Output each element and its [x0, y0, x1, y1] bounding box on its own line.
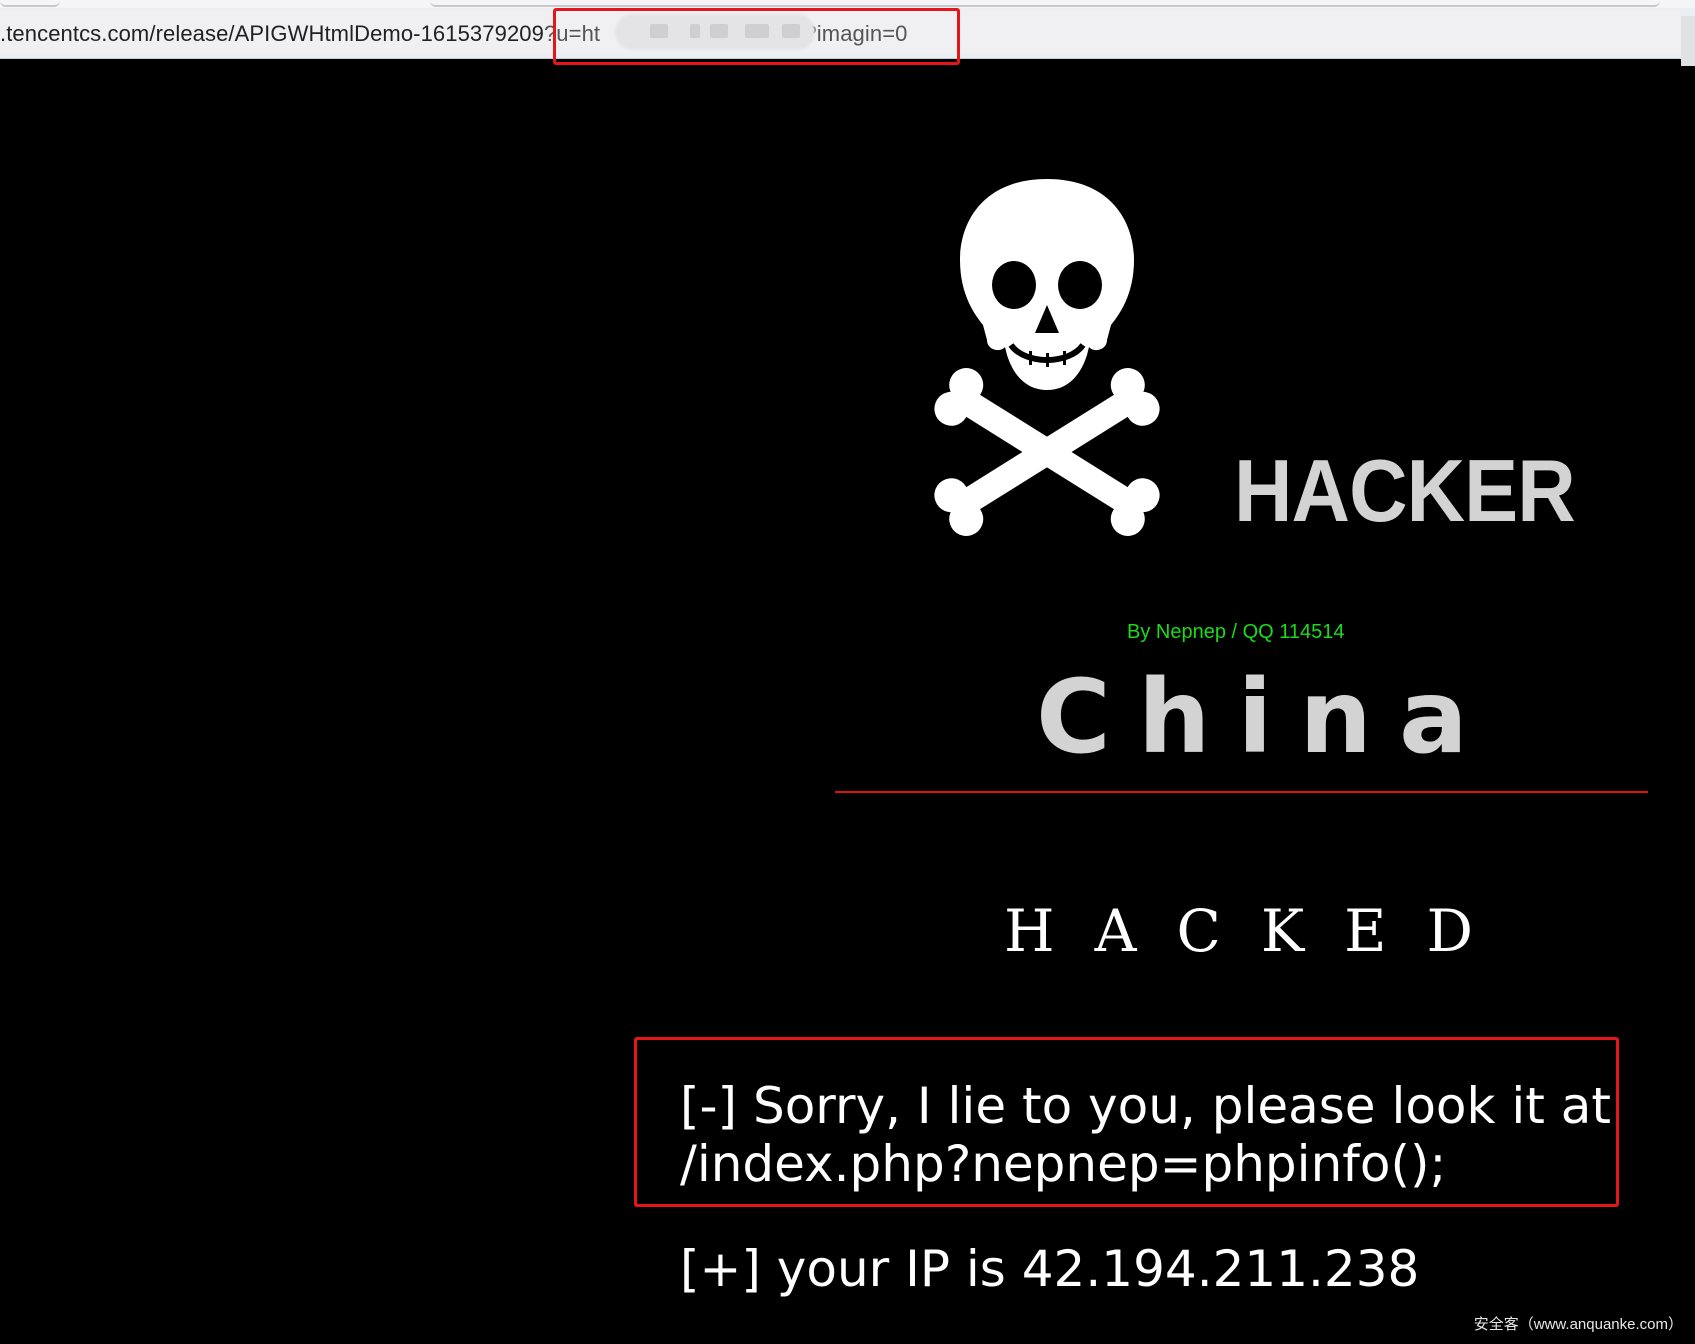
url-host-path: .tencentcs.com/release/APIGWHtmlDemo-161… — [0, 21, 544, 46]
browser-tab-right-edge[interactable] — [430, 0, 1660, 7]
china-heading: China — [1036, 658, 1495, 777]
browser-tab-left-edge[interactable] — [0, 0, 60, 7]
tab-strip — [0, 0, 1695, 8]
red-divider — [835, 791, 1648, 793]
watermark: 安全客（www.anquanke.com） — [1473, 1316, 1683, 1333]
message-line-1: [-] Sorry, I lie to you, please look it … — [680, 1077, 1612, 1135]
skull-crossbones-icon — [934, 179, 1160, 536]
message-line-2: /index.php?nepnep=phpinfo(); — [680, 1135, 1447, 1193]
hacker-title: HACKER — [1234, 441, 1576, 540]
hacked-heading: HACKED — [1004, 897, 1514, 965]
ip-line: [+] your IP is 42.194.211.238 — [680, 1240, 1420, 1298]
byline: By Nepnep / QQ 114514 — [1127, 621, 1345, 643]
scrollbar[interactable] — [1681, 16, 1695, 66]
url-highlight-box — [553, 8, 960, 65]
